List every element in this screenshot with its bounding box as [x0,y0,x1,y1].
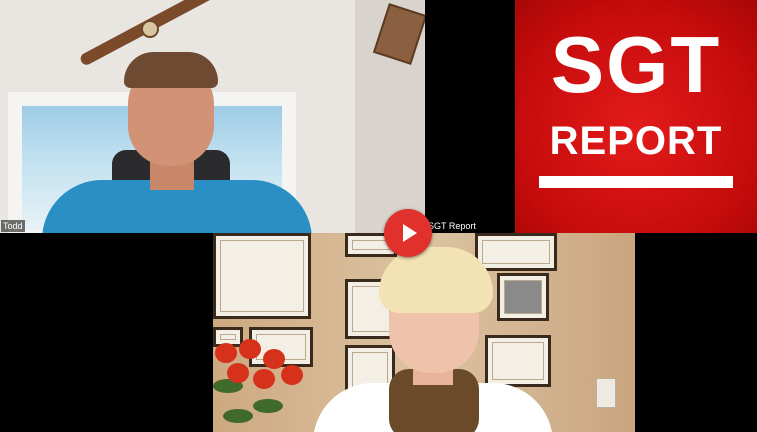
participant-hair [379,247,493,313]
video-tile-guest[interactable] [213,233,635,432]
logo-text-report: REPORT [549,119,723,163]
logo-underline-bar [539,176,733,188]
wall-certificate [485,335,551,387]
logo-text-sgt: SGT [550,20,722,109]
sgt-report-logo: SGT REPORT [515,0,757,233]
propeller-hub [141,20,159,38]
rose-bouquet [213,339,305,432]
video-tile-todd[interactable]: Todd [0,0,425,233]
participant-name-label: Todd [1,220,25,232]
video-tile-sgt-report[interactable]: SGT REPORT SGT Report [425,0,757,233]
play-button[interactable] [384,209,432,257]
wall-certificate [475,233,557,271]
wall-certificate [213,233,311,319]
participant-name-label: SGT Report [425,220,479,232]
wall-photo-frame [497,273,549,321]
light-switch [596,378,616,408]
play-icon [403,224,417,242]
participant-hair [124,52,218,88]
